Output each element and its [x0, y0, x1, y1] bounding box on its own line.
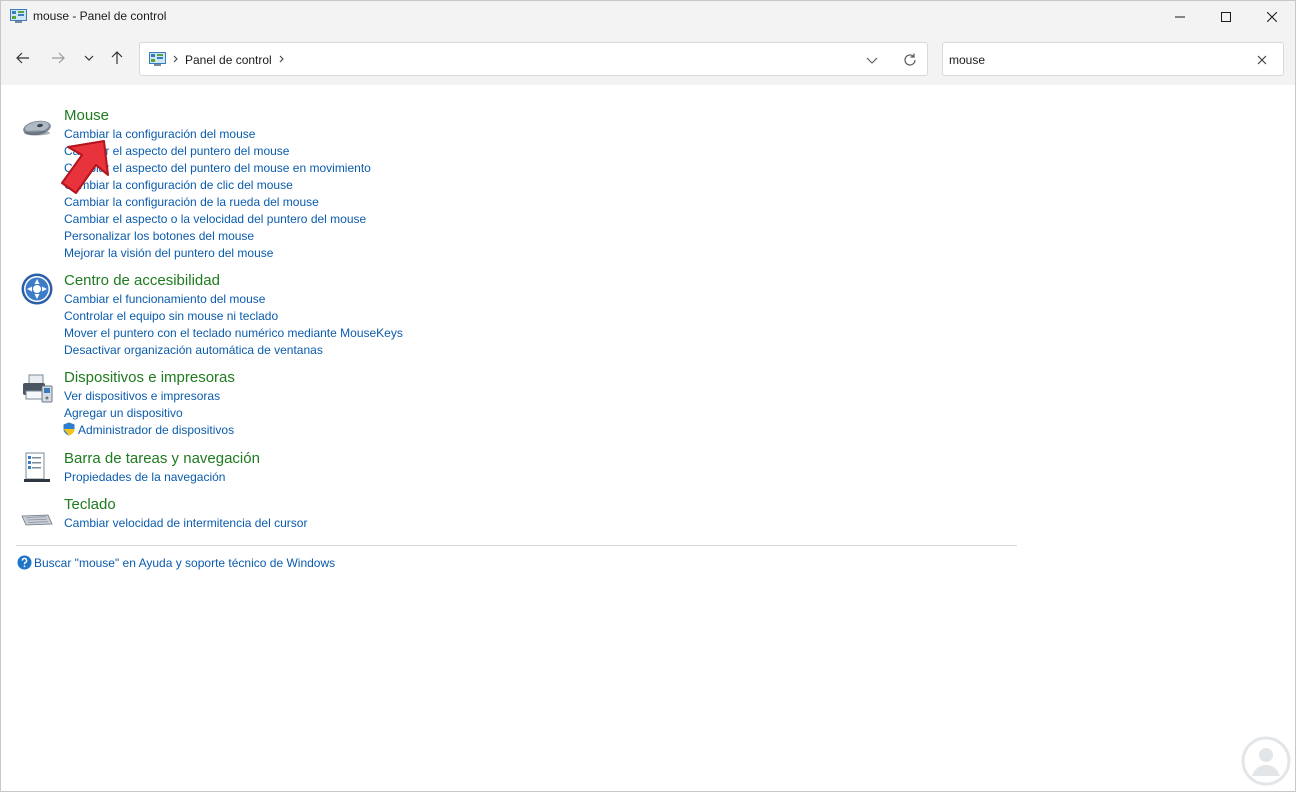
link-device-manager[interactable]: Administrador de dispositivos	[63, 422, 235, 439]
help-icon	[17, 555, 32, 570]
link-control-without-mouse-keyboard[interactable]: Controlar el equipo sin mouse ni teclado	[64, 308, 403, 325]
control-panel-window: mouse - Panel de control Panel de contro…	[0, 0, 1296, 792]
group-title-keyboard[interactable]: Teclado	[64, 496, 116, 513]
group-links-keyboard: Cambiar velocidad de intermitencia del c…	[64, 515, 307, 532]
address-bar[interactable]: Panel de control	[139, 42, 928, 76]
accessibility-icon	[21, 273, 53, 305]
close-button[interactable]	[1249, 1, 1295, 33]
link-change-pointer-speed[interactable]: Cambiar el aspecto o la velocidad del pu…	[64, 211, 371, 228]
help-search-row[interactable]: Buscar "mouse" en Ayuda y soporte técnic…	[17, 554, 335, 571]
control-panel-icon	[149, 52, 166, 66]
forward-button[interactable]	[47, 47, 69, 69]
group-links-taskbar: Propiedades de la navegación	[64, 469, 225, 486]
title-bar[interactable]: mouse - Panel de control	[1, 1, 1295, 33]
taskbar-icon	[24, 452, 50, 482]
minimize-button[interactable]	[1157, 1, 1203, 33]
group-title-mouse[interactable]: Mouse	[64, 107, 109, 124]
divider	[16, 545, 1017, 546]
minimize-icon	[1175, 16, 1185, 18]
annotation-arrow-icon	[61, 140, 109, 194]
group-title-taskbar[interactable]: Barra de tareas y navegación	[64, 450, 260, 467]
up-button[interactable]	[106, 47, 128, 69]
chevron-down-icon	[84, 55, 94, 61]
refresh-icon[interactable]	[901, 51, 919, 69]
maximize-icon	[1221, 12, 1231, 22]
mouse-icon	[23, 120, 51, 136]
group-links-accessibility: Cambiar el funcionamiento del mouse Cont…	[64, 291, 403, 359]
link-navigation-properties[interactable]: Propiedades de la navegación	[64, 469, 225, 486]
link-mousekeys[interactable]: Mover el puntero con el teclado numérico…	[64, 325, 403, 342]
keyboard-icon	[21, 514, 53, 526]
link-cursor-blink-rate[interactable]: Cambiar velocidad de intermitencia del c…	[64, 515, 307, 532]
help-search-link[interactable]: Buscar "mouse" en Ayuda y soporte técnic…	[34, 556, 335, 570]
shield-icon	[63, 422, 75, 436]
recent-locations-button[interactable]	[78, 47, 100, 69]
group-title-accessibility[interactable]: Centro de accesibilidad	[64, 272, 220, 289]
link-add-device[interactable]: Agregar un dispositivo	[64, 405, 234, 422]
breadcrumb-control-panel[interactable]: Panel de control	[185, 53, 272, 67]
back-button[interactable]	[12, 47, 34, 69]
chevron-down-icon[interactable]	[864, 52, 880, 68]
group-links-devices: Ver dispositivos e impresoras Agregar un…	[63, 388, 235, 439]
close-icon[interactable]	[1255, 53, 1269, 67]
close-icon	[1267, 12, 1277, 22]
control-panel-icon	[10, 9, 27, 23]
search-box[interactable]	[942, 42, 1284, 76]
link-device-manager-label: Administrador de dispositivos	[78, 423, 235, 437]
chevron-right-icon[interactable]	[172, 52, 180, 66]
search-input[interactable]	[949, 53, 1239, 67]
group-title-devices[interactable]: Dispositivos e impresoras	[64, 369, 235, 386]
link-change-mouse-behavior[interactable]: Cambiar el funcionamiento del mouse	[64, 291, 403, 308]
window-title: mouse - Panel de control	[33, 9, 167, 23]
link-disable-auto-arrange[interactable]: Desactivar organización automática de ve…	[64, 342, 403, 359]
maximize-button[interactable]	[1203, 1, 1249, 33]
link-customize-buttons[interactable]: Personalizar los botones del mouse	[64, 228, 371, 245]
arrow-left-icon	[16, 52, 29, 64]
search-results: Mouse Cambiar la configuración del mouse…	[1, 85, 1295, 791]
printer-icon	[23, 374, 53, 403]
watermark-logo-icon	[1241, 736, 1291, 786]
arrow-right-icon	[52, 52, 65, 64]
arrow-up-icon	[111, 51, 123, 64]
chevron-right-icon[interactable]	[278, 52, 286, 66]
link-view-devices-printers[interactable]: Ver dispositivos e impresoras	[64, 388, 234, 405]
navigation-bar: Panel de control	[1, 33, 1295, 85]
link-improve-pointer-visibility[interactable]: Mejorar la visión del puntero del mouse	[64, 245, 371, 262]
